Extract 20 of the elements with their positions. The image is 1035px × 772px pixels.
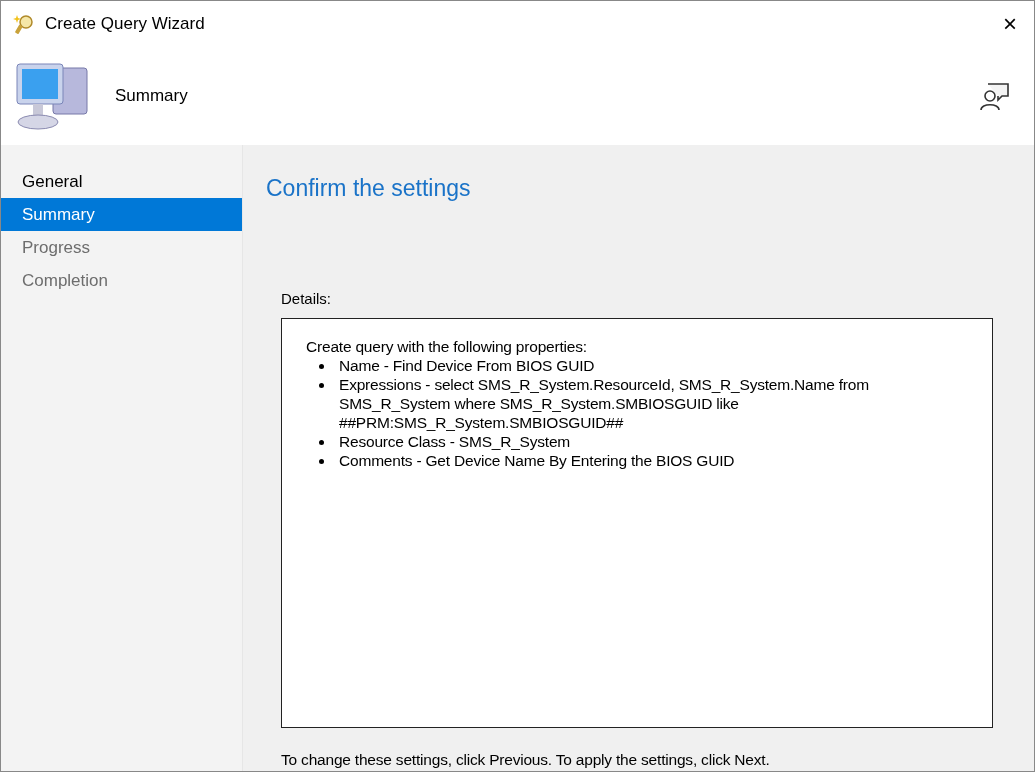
user-feedback-icon (978, 80, 1010, 112)
window-title: Create Query Wizard (45, 13, 205, 36)
property-text: Comments - Get Device Name By Entering the BIOS GUID (339, 451, 735, 470)
nav-item[interactable]: Summary (1, 198, 242, 231)
bullet-icon (319, 459, 324, 464)
property-text: Expressions - select SMS_R_System.ResourceId, SMS_R_System.Name from SMS_R_System where SMS_R_System.SMBIOSGUID like ##PRM:SMS_R_System.SMBIOSGUID## (339, 375, 870, 432)
bullet-icon (319, 383, 324, 388)
page-heading: Confirm the settings (266, 174, 472, 203)
property-text: Name - Find Device From BIOS GUID (339, 356, 595, 375)
instruction-text: To change these settings, click Previous. To apply the settings, click Next. (281, 749, 771, 770)
property-text: Resource Class - SMS_R_System (339, 432, 571, 451)
details-label: Details: (281, 288, 333, 309)
bullet-icon (319, 364, 324, 369)
computer-icon (15, 60, 91, 132)
wizard-icon (13, 13, 35, 35)
close-button[interactable]: × (992, 8, 1028, 40)
bullet-icon (319, 440, 324, 445)
nav-item[interactable]: General (1, 165, 242, 198)
details-intro: Create query with the following properties: (306, 337, 588, 356)
page-title: Summary (115, 85, 188, 108)
